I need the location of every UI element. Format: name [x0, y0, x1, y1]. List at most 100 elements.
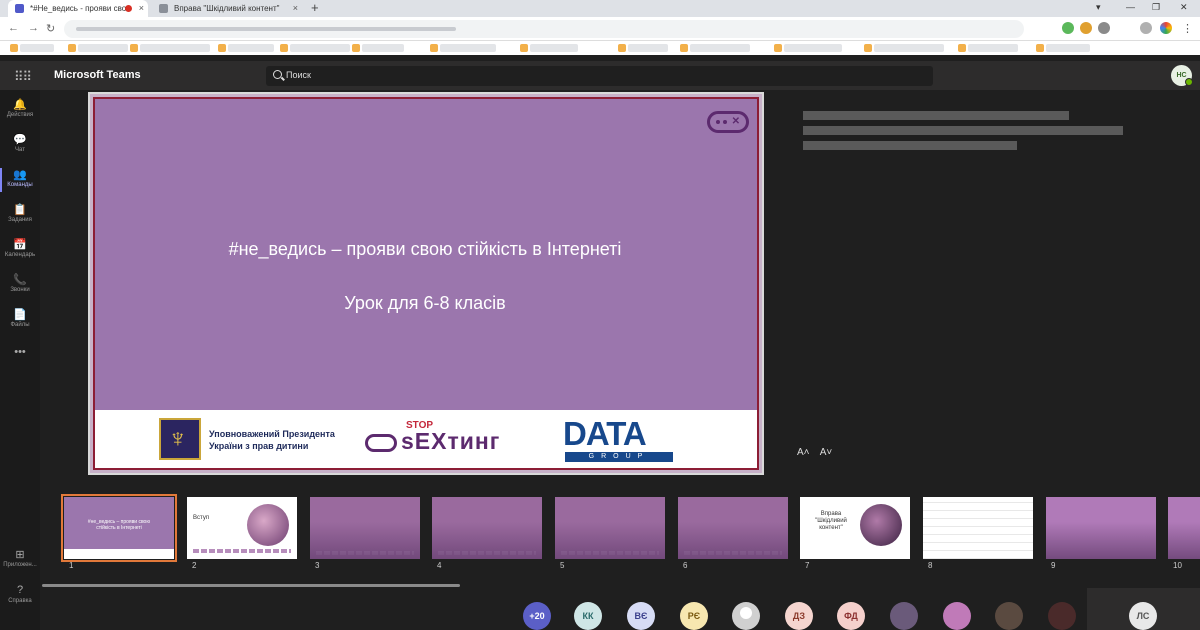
stop-sexting-logo: sEXтинг — [365, 428, 500, 455]
slide-thumbnail-10[interactable]: 10 — [1168, 497, 1200, 570]
slide-thumbnail-7[interactable]: Вправа "Шкідливий контент" 7 — [800, 497, 910, 570]
rail-item-apps[interactable]: ⊞ Приложен... — [0, 548, 40, 568]
thumbnail-scrollbar[interactable] — [42, 584, 460, 587]
participant-avatar[interactable]: РЄ — [680, 602, 708, 630]
bookmarks-bar — [0, 41, 1200, 55]
rail-item-activity[interactable]: 🔔 Действия — [0, 98, 40, 118]
rail-label: Действия — [6, 112, 34, 118]
assignments-icon: 📋 — [13, 204, 27, 216]
reload-icon[interactable]: ↻ — [46, 22, 55, 35]
slide-thumbnail-4[interactable]: 4 — [432, 497, 542, 570]
rail-label: Чат — [15, 147, 25, 153]
extension-icon[interactable] — [1098, 22, 1110, 34]
thumbnail-number: 2 — [192, 561, 197, 570]
thumbnail-number: 8 — [928, 561, 933, 570]
bookmark-item[interactable] — [520, 44, 578, 52]
search-input[interactable]: Поиск — [266, 66, 933, 86]
decrease-font-button[interactable]: A˅ — [820, 447, 833, 458]
participant-avatar[interactable]: ДЗ — [785, 602, 813, 630]
data-group-subtitle: GROUP — [565, 452, 673, 462]
chat-icon: 💬 — [13, 134, 27, 146]
increase-font-button[interactable]: A˄ — [797, 447, 810, 458]
browser-tab-active[interactable]: *#Не_ведись - прояви сво × — [8, 0, 148, 17]
rail-item-files[interactable]: 📄 Файлы — [0, 308, 40, 328]
slide-thumbnail-3[interactable]: 3 — [310, 497, 420, 570]
browser-tab[interactable]: Вправа "Шкідливий контент" × — [152, 0, 302, 17]
bookmark-item[interactable] — [218, 44, 274, 52]
participant-avatar[interactable]: КК — [574, 602, 602, 630]
slide-thumbnail-5[interactable]: 5 — [555, 497, 665, 570]
rail-item-assignments[interactable]: 📋 Задания — [0, 203, 40, 223]
slide-thumbnail-1[interactable]: #не_ведись – прояви свою стійкість в Інт… — [61, 494, 177, 570]
user-avatar[interactable]: НС — [1171, 65, 1193, 86]
ombudsman-logo-text: Уповноважений Президента України з прав … — [209, 429, 335, 451]
bookmark-item[interactable] — [958, 44, 1018, 52]
bookmark-item[interactable] — [68, 44, 128, 52]
bookmark-item[interactable] — [618, 44, 668, 52]
thumbnail-text: Вправа "Шкідливий контент" — [815, 511, 847, 531]
rail-item-calls[interactable]: 📞 Звонки — [0, 273, 40, 293]
slide-subtitle: Урок для 6-8 класів — [344, 293, 506, 313]
slide-thumbnail-6[interactable]: 6 — [678, 497, 788, 570]
rail-label: Справка — [8, 598, 32, 604]
close-window-icon[interactable]: ✕ — [1180, 2, 1188, 13]
thumbnail-number: 4 — [437, 561, 442, 570]
bookmark-item[interactable] — [130, 44, 210, 52]
search-icon — [273, 70, 282, 79]
notes-line-redacted — [803, 111, 1069, 120]
restore-icon[interactable]: ❐ — [1152, 2, 1160, 13]
extension-icon[interactable] — [1062, 22, 1074, 34]
rail-item-chat[interactable]: 💬 Чат — [0, 133, 40, 153]
minimize-icon[interactable]: — — [1126, 2, 1135, 12]
files-icon: 📄 — [13, 309, 27, 321]
app-launcher-icon[interactable]: ⠿⠿ — [14, 69, 32, 85]
participant-avatar[interactable]: ВЄ — [627, 602, 655, 630]
forward-icon[interactable]: → — [28, 22, 39, 34]
slide-thumbnail-2[interactable]: Вступ 2 — [187, 497, 297, 570]
bell-icon: 🔔 — [13, 99, 27, 111]
tab-title: Вправа "Шкідливий контент" — [174, 4, 280, 13]
url-text — [76, 27, 456, 31]
participant-bar — [40, 590, 1200, 630]
participant-avatar[interactable]: ФД — [837, 602, 865, 630]
extension-icon[interactable] — [1140, 22, 1152, 34]
profile-dropdown-icon[interactable]: ▾ — [1096, 2, 1101, 13]
close-tab-icon[interactable]: × — [139, 0, 144, 17]
participant-photo-avatar[interactable] — [732, 602, 760, 630]
chat-bubble-logo-icon: ✕ — [707, 111, 749, 133]
participant-photo-avatar[interactable] — [943, 602, 971, 630]
participant-avatar[interactable]: +20 — [523, 602, 551, 630]
calendar-icon: 📅 — [13, 239, 27, 251]
new-tab-button[interactable]: + — [311, 0, 319, 16]
bookmark-item[interactable] — [352, 44, 404, 52]
slide-thumbnail-8[interactable]: 8 — [923, 497, 1033, 570]
self-avatar[interactable]: ЛС — [1129, 602, 1157, 630]
bookmark-item[interactable] — [10, 44, 54, 52]
bookmark-item[interactable] — [680, 44, 750, 52]
rail-item-help[interactable]: ? Справка — [0, 584, 40, 604]
bookmark-item[interactable] — [430, 44, 496, 52]
bookmark-item[interactable] — [774, 44, 842, 52]
thumbnail-number: 1 — [69, 561, 74, 570]
back-icon[interactable]: ← — [8, 22, 19, 34]
notes-line-redacted — [803, 126, 1123, 135]
thumbnail-number: 7 — [805, 561, 810, 570]
close-tab-icon[interactable]: × — [293, 0, 298, 17]
rail-item-teams[interactable]: 👥 Команды — [0, 168, 40, 192]
teams-favicon-icon — [15, 4, 24, 13]
avatar-icon[interactable] — [1160, 22, 1172, 34]
slide-thumbnail-9[interactable]: 9 — [1046, 497, 1156, 570]
bookmark-item[interactable] — [280, 44, 350, 52]
trident-crest-icon — [159, 418, 201, 460]
participant-photo-avatar[interactable] — [1048, 602, 1076, 630]
bookmark-item[interactable] — [864, 44, 944, 52]
participant-photo-avatar[interactable] — [995, 602, 1023, 630]
browser-tab-strip: *#Не_ведись - прояви сво × Вправа "Шкідл… — [0, 0, 1200, 17]
bookmark-item[interactable] — [1036, 44, 1090, 52]
extension-icon[interactable] — [1080, 22, 1092, 34]
menu-icon[interactable]: ⋮ — [1182, 22, 1193, 35]
rail-item-calendar[interactable]: 📅 Календарь — [0, 238, 40, 258]
url-input[interactable] — [64, 20, 1024, 38]
participant-photo-avatar[interactable] — [890, 602, 918, 630]
rail-item-more[interactable]: ••• — [0, 346, 40, 360]
